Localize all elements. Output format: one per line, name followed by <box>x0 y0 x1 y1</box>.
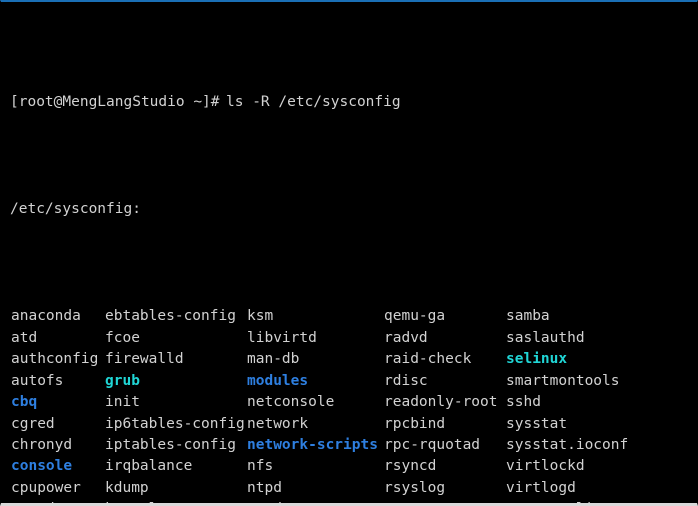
file-listing-row: cpupower kdump ntpd rsyslog virtlogd <box>10 478 697 499</box>
typed-command: ls -R /etc/sysconfig <box>226 93 401 110</box>
file-entry: rsyslog <box>384 479 446 496</box>
file-entry: cbq <box>11 394 38 411</box>
file-listing-row: atd fcoe libvirtd radvd saslauthd <box>10 328 697 349</box>
file-entry: authconfig <box>11 351 99 368</box>
shell-prompt: [root@MengLangStudio ~]# <box>10 93 229 110</box>
file-entry: sysstat <box>506 415 568 432</box>
file-listing-row: crond kernel ntpdate run-parts wpa_supplican… <box>10 499 697 503</box>
file-entry: virtlogd <box>506 479 576 496</box>
file-listing-row: chronyd iptables-config network-scripts rpc… <box>10 435 697 456</box>
file-listing-row: anaconda ebtables-config ksm qemu-ga samba <box>10 306 697 327</box>
file-listing-sysconfig: anaconda ebtables-config ksm qemu-ga samba at… <box>10 306 697 503</box>
file-entry: samba <box>506 308 550 325</box>
file-entry: network-scripts <box>247 436 378 453</box>
file-entry: init <box>105 394 140 411</box>
file-entry: kdump <box>105 479 149 496</box>
file-entry: network <box>247 415 309 432</box>
file-listing-row: autofs grub modules rdisc smartmontools <box>10 371 697 392</box>
file-entry: sshd <box>506 394 541 411</box>
file-entry: autofs <box>11 372 64 389</box>
file-listing-row: authconfig firewalld man-db raid-check selin… <box>10 349 697 370</box>
dir-header-label: /etc/sysconfig: <box>10 201 141 218</box>
file-entry: run-parts <box>384 499 463 503</box>
file-listing-row: console irqbalance nfs rsyncd virtlockd <box>10 456 697 477</box>
file-entry: irqbalance <box>105 458 193 475</box>
file-listing-row: cgred ip6tables-config network rpcbind sysst… <box>10 414 697 435</box>
file-entry: ebtables-config <box>105 308 236 325</box>
file-entry: ip6tables-config <box>105 415 245 432</box>
file-entry: ksm <box>247 308 274 325</box>
file-entry: anaconda <box>11 308 81 325</box>
file-entry: wpa_supplicant <box>506 499 628 503</box>
file-entry: rpc-rquotad <box>384 436 481 453</box>
file-entry: raid-check <box>384 351 472 368</box>
file-entry: smartmontools <box>506 372 620 389</box>
file-entry: readonly-root <box>384 394 498 411</box>
terminal-screen[interactable]: [root@MengLangStudio ~]# ls -R /etc/sysc… <box>1 2 697 503</box>
file-entry: rsyncd <box>384 458 437 475</box>
terminal-window[interactable]: [root@MengLangStudio ~]# ls -R /etc/sysc… <box>0 0 698 506</box>
file-entry: iptables-config <box>105 436 236 453</box>
file-entry: saslauthd <box>506 329 585 346</box>
file-entry: cpupower <box>11 479 81 496</box>
file-entry: atd <box>11 329 38 346</box>
file-entry: virtlockd <box>506 458 585 475</box>
file-entry: radvd <box>384 329 428 346</box>
file-entry: crond <box>11 499 55 503</box>
file-entry: chronyd <box>11 436 73 453</box>
file-entry: cgred <box>11 415 55 432</box>
file-entry: grub <box>105 372 140 389</box>
file-listing-row: cbq init netconsole readonly-root sshd <box>10 392 697 413</box>
file-entry: rdisc <box>384 372 428 389</box>
file-entry: rpcbind <box>384 415 446 432</box>
file-entry: firewalld <box>105 351 184 368</box>
file-entry: selinux <box>506 351 568 368</box>
file-entry: modules <box>247 372 309 389</box>
command-line: [root@MengLangStudio ~]# ls -R /etc/sysc… <box>10 92 697 113</box>
file-entry: fcoe <box>105 329 140 346</box>
file-entry: libvirtd <box>247 329 317 346</box>
file-entry: console <box>11 458 73 475</box>
file-entry: man-db <box>247 351 300 368</box>
file-entry: nfs <box>247 458 274 475</box>
file-entry: netconsole <box>247 394 335 411</box>
file-entry: sysstat.ioconf <box>506 436 629 453</box>
file-entry: ntpdate <box>247 499 308 503</box>
dir-header-sysconfig: /etc/sysconfig: <box>10 199 697 220</box>
file-entry: ntpd <box>247 479 282 496</box>
file-entry: qemu-ga <box>384 308 446 325</box>
file-entry: kernel <box>105 499 157 503</box>
